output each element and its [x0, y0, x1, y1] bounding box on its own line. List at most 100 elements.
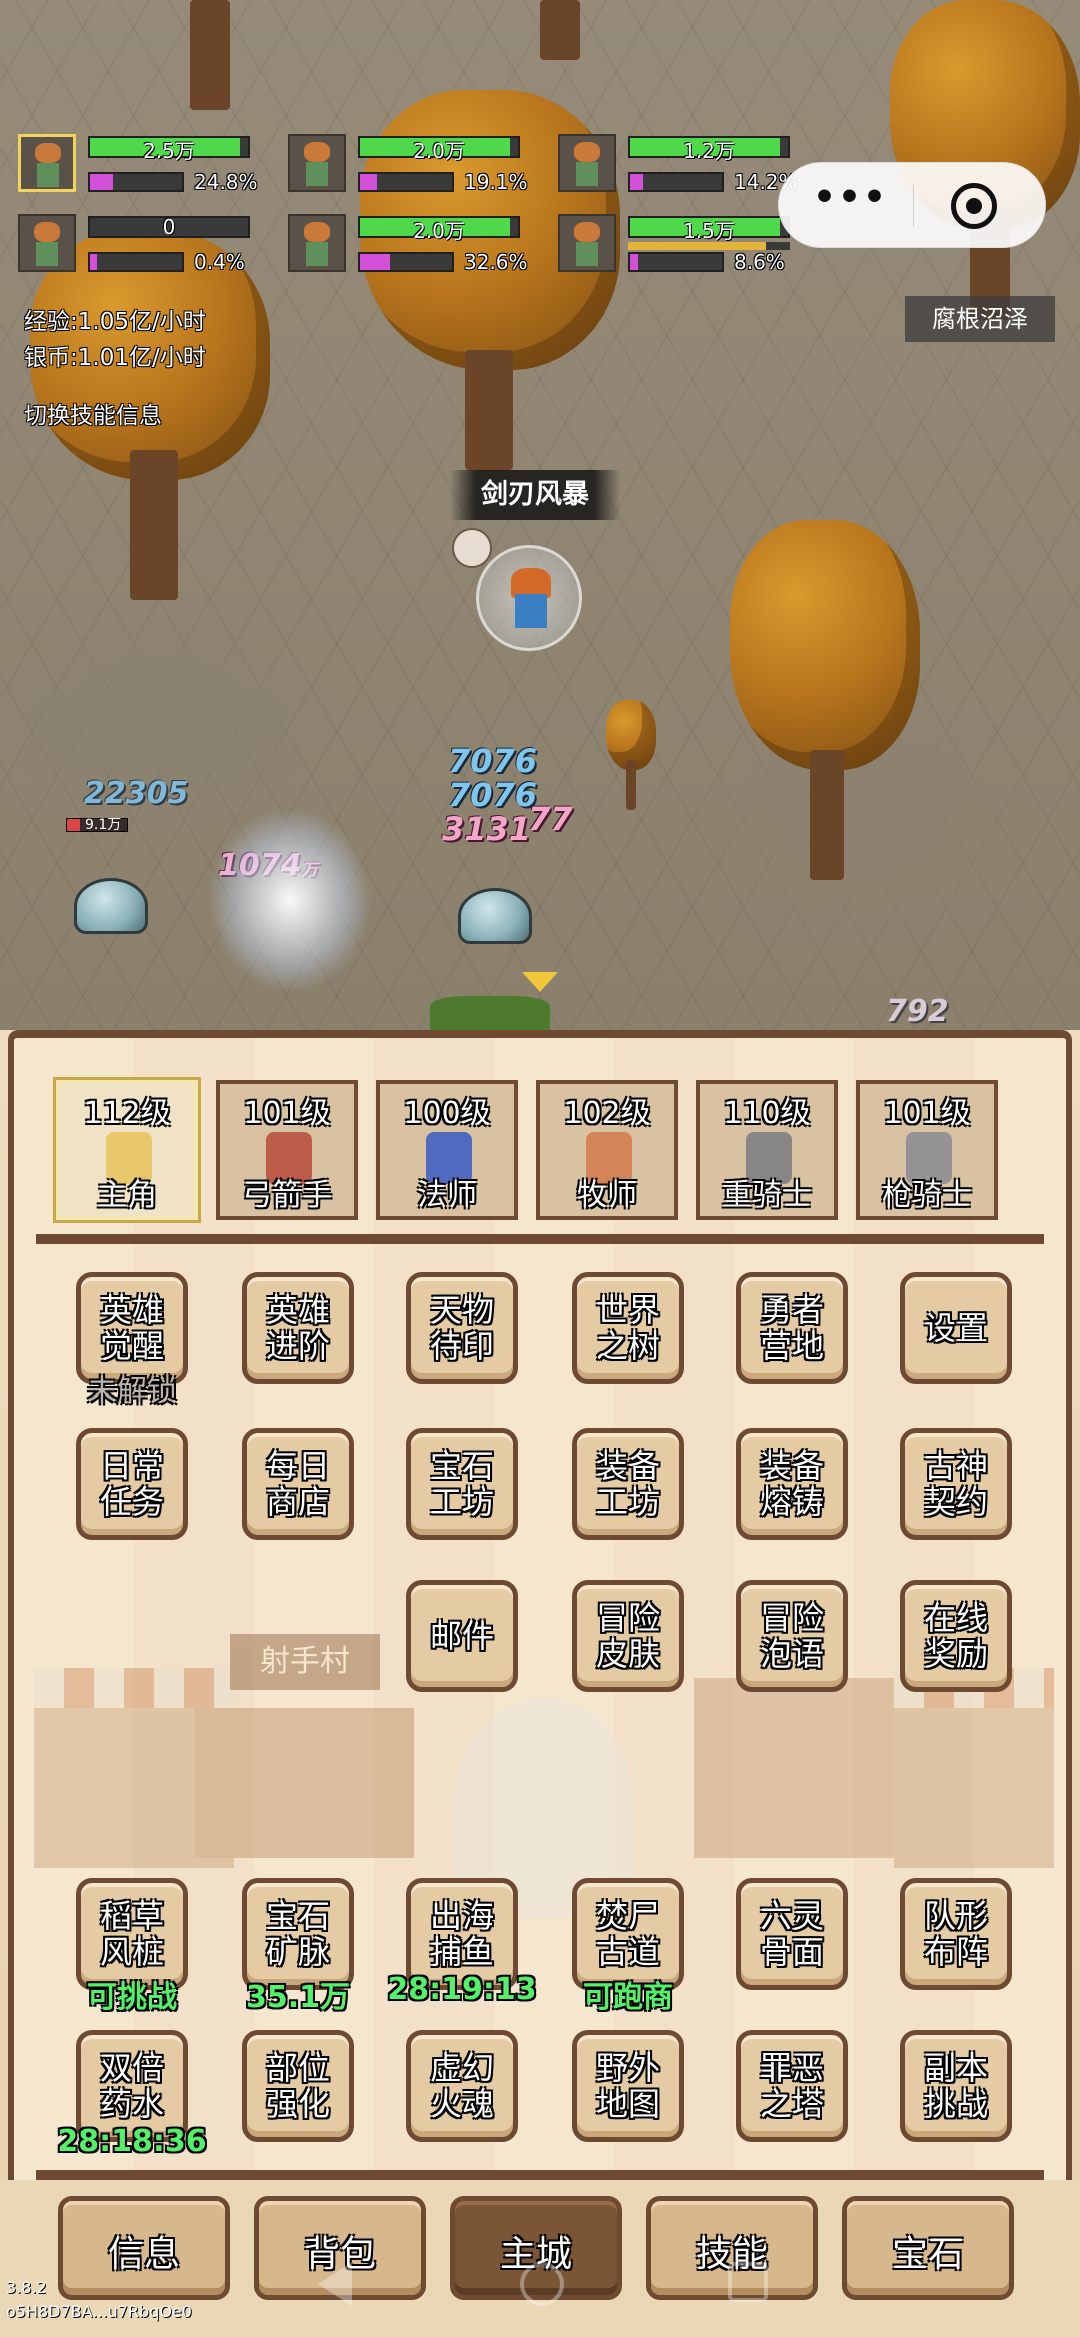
menu-button[interactable]: 世界 之树 — [572, 1272, 684, 1384]
menu-button-label: 世界 之树 — [595, 1291, 660, 1365]
menu-button[interactable]: 罪恶 之塔 — [736, 2030, 848, 2142]
menu-button-label: 双倍 药水 — [99, 2049, 164, 2123]
menu-button-label: 设置 — [923, 1309, 988, 1347]
hero-card[interactable]: 112级 主角 — [56, 1080, 198, 1220]
menu-button-label: 冒险 皮肤 — [595, 1599, 660, 1673]
lancer-portrait-icon — [558, 214, 616, 272]
tree-decoration — [730, 520, 920, 880]
menu-button[interactable]: 设置 — [900, 1272, 1012, 1384]
menu-button-label: 罪恶 之塔 — [759, 2049, 824, 2123]
skill-name-banner: 剑刃风暴 — [450, 470, 620, 520]
exp-bar — [88, 172, 184, 192]
hp-bar: 2.0万 — [358, 216, 520, 243]
mana-bar — [628, 242, 790, 250]
system-back-icon[interactable] — [318, 2262, 352, 2306]
village-sign: 射手村 — [230, 1634, 380, 1690]
build-id-label: o5H8D7BA...u7RbqOe0 — [6, 2302, 192, 2321]
damage-number: 77 — [528, 800, 573, 838]
hp-bar: 1.2万 — [628, 136, 790, 163]
menu-button[interactable]: 部位 强化 — [242, 2030, 354, 2142]
archer-portrait-icon — [288, 134, 346, 192]
menu-button[interactable]: 日常 任务 — [76, 1428, 188, 1540]
menu-button[interactable]: 冒险 泡语 — [736, 1580, 848, 1692]
party-member-status[interactable]: 2.0万 32.6% — [288, 214, 538, 288]
menu-button[interactable]: 天物 待印 — [406, 1272, 518, 1384]
system-recents-icon[interactable] — [728, 2262, 768, 2302]
menu-button[interactable]: 英雄 进阶 — [242, 1272, 354, 1384]
damage-number: 3131 — [442, 810, 532, 848]
close-miniprogram-icon[interactable] — [951, 183, 997, 229]
tab-gem[interactable]: 宝石 — [842, 2196, 1014, 2300]
party-member-status[interactable]: 2.0万 19.1% — [288, 134, 538, 208]
hero-card[interactable]: 101级 弓箭手 — [216, 1080, 358, 1220]
menu-button-label: 宝石 矿脉 — [265, 1897, 330, 1971]
system-home-icon[interactable] — [520, 2262, 564, 2306]
exp-percent: 24.8% — [194, 170, 258, 194]
hp-value: 2.0万 — [413, 139, 465, 163]
target-marker-icon — [522, 972, 558, 992]
menu-button-label: 邮件 — [429, 1617, 494, 1655]
menu-button[interactable]: 虚幻 火魂 — [406, 2030, 518, 2142]
hero-level: 112级 — [83, 1096, 171, 1131]
main-hero-sprite — [476, 545, 582, 651]
divider — [36, 2170, 1044, 2180]
menu-button-label: 日常 任务 — [99, 1447, 164, 1521]
exp-percent: 32.6% — [464, 250, 528, 274]
hero-card[interactable]: 100级 法师 — [376, 1080, 518, 1220]
splash-effect — [210, 810, 370, 990]
menu-button-label: 勇者 营地 — [759, 1291, 824, 1365]
menu-button[interactable]: 副本 挑战 — [900, 2030, 1012, 2142]
enemy-hp-bar: 9.1万 — [66, 817, 128, 833]
party-member-status[interactable]: 2.5万 24.8% — [18, 134, 268, 208]
party-member-status[interactable]: 1.5万 8.6% — [558, 214, 808, 288]
menu-button-label: 每日 商店 — [265, 1447, 330, 1521]
party-member-status[interactable]: 0 0.4% — [18, 214, 268, 288]
hero-card[interactable]: 101级 枪骑士 — [856, 1080, 998, 1220]
menu-button-label: 装备 工坊 — [595, 1447, 660, 1521]
menu-button[interactable]: 冒险 皮肤 — [572, 1580, 684, 1692]
exp-bar — [358, 172, 454, 192]
menu-button[interactable]: 每日 商店 — [242, 1428, 354, 1540]
tab-info[interactable]: 信息 — [58, 2196, 230, 2300]
menu-button[interactable]: 队形 布阵 — [900, 1878, 1012, 1990]
hero-name: 弓箭手 — [242, 1178, 332, 1213]
menu-button[interactable]: 六灵 骨面 — [736, 1878, 848, 1990]
enemy-hp-text: 9.1万 — [85, 817, 122, 833]
exp-bar — [358, 252, 454, 272]
menu-button-label: 出海 捕鱼 — [429, 1897, 494, 1971]
hero-name: 枪骑士 — [882, 1178, 972, 1213]
hero-card[interactable]: 102级 牧师 — [536, 1080, 678, 1220]
menu-button[interactable]: 勇者 营地 — [736, 1272, 848, 1384]
battle-scene: 2.5万 24.8% 2.0万 19.1% 1.2万 14.2% 0 0.4% 2.0万 32.6… — [0, 0, 1080, 1030]
hp-bar: 2.5万 — [88, 136, 250, 163]
hero-card[interactable]: 110级 重骑士 — [696, 1080, 838, 1220]
party-member-status[interactable]: 1.2万 14.2% — [558, 134, 808, 208]
menu-button-label: 在线 奖励 — [923, 1599, 988, 1673]
exp-percent: 19.1% — [464, 170, 528, 194]
capsule-divider — [913, 185, 914, 227]
menu-button[interactable]: 邮件 — [406, 1580, 518, 1692]
hp-value: 1.5万 — [683, 219, 735, 243]
divider — [36, 1234, 1044, 1244]
menu-status-text: 28:19:13 — [387, 1972, 537, 2007]
menu-button-label: 虚幻 火魂 — [429, 2049, 494, 2123]
menu-button[interactable]: 古神 契约 — [900, 1428, 1012, 1540]
hero-name: 重骑士 — [722, 1178, 812, 1213]
hp-bar: 1.5万 — [628, 216, 790, 243]
menu-button-label: 队形 布阵 — [923, 1897, 988, 1971]
heavy-knight-portrait-icon — [288, 214, 346, 272]
hp-bar: 0 — [88, 215, 250, 239]
menu-button[interactable]: 在线 奖励 — [900, 1580, 1012, 1692]
more-menu-icon[interactable]: ••• — [813, 177, 888, 218]
miniprogram-capsule: ••• — [778, 162, 1046, 248]
hero-name: 法师 — [417, 1178, 477, 1213]
menu-button[interactable]: 装备 工坊 — [572, 1428, 684, 1540]
hp-bar: 2.0万 — [358, 136, 520, 163]
menu-status-text: 28:18:36 — [57, 2124, 207, 2159]
menu-button[interactable]: 装备 熔铸 — [736, 1428, 848, 1540]
menu-button[interactable]: 野外 地图 — [572, 2030, 684, 2142]
menu-button[interactable]: 宝石 工坊 — [406, 1428, 518, 1540]
menu-button-label: 英雄 进阶 — [265, 1291, 330, 1365]
toggle-skill-info-button[interactable]: 切换技能信息 — [24, 396, 162, 430]
damage-number: 7076 — [448, 776, 538, 814]
